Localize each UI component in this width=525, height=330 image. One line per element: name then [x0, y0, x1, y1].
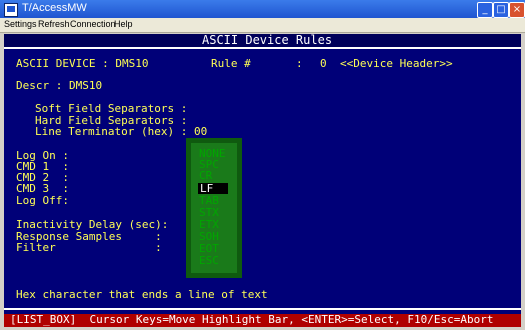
filter-field[interactable]: Filter : [16, 242, 162, 254]
status-bar: [LIST_BOX] Cursor Keys=Move Highlight Ba… [4, 314, 521, 327]
listbox-item-tab[interactable]: TAB [199, 195, 219, 206]
device-label: ASCII DEVICE : DMS10 [16, 57, 149, 70]
title-bar[interactable]: T/AccessMW _ □ × [0, 0, 525, 18]
menu-help[interactable]: Help [114, 19, 133, 29]
line-terminator[interactable]: Line Terminator (hex) : 00 [35, 126, 207, 138]
rule-number[interactable]: 0 [320, 58, 327, 70]
screen-title: ASCII Device Rules [202, 33, 333, 47]
rule-label: Rule # [211, 57, 251, 70]
menu-refresh[interactable]: Refresh [38, 19, 70, 29]
listbox-item-soh[interactable]: SOH [199, 231, 219, 242]
listbox-item-cr[interactable]: CR [199, 170, 212, 181]
app-window: T/AccessMW _ □ × Settings Refresh Connec… [0, 0, 525, 330]
menu-connection[interactable]: Connection [70, 19, 116, 29]
maximize-button[interactable]: □ [493, 2, 509, 18]
log-off-field[interactable]: Log Off: [16, 195, 69, 207]
rule-header: <<Device Header>> [340, 57, 453, 70]
descr-field[interactable]: Descr : DMS10 [16, 80, 102, 92]
help-text: Hex character that ends a line of text [16, 288, 268, 301]
status-text: [LIST_BOX] Cursor Keys=Move Highlight Ba… [10, 313, 494, 326]
listbox-item-lf[interactable]: LF [198, 183, 229, 194]
minimize-button[interactable]: _ [477, 2, 493, 18]
listbox-item-eot[interactable]: EOT [199, 243, 219, 254]
rule-separator: : [296, 57, 303, 70]
screen-header: ASCII Device Rules [4, 34, 521, 47]
header-divider [4, 47, 521, 49]
window-title: T/AccessMW [22, 2, 87, 14]
listbox-item-stx[interactable]: STX [199, 207, 219, 218]
listbox-item-esc[interactable]: ESC [199, 255, 219, 266]
footer-divider [4, 308, 521, 310]
close-button[interactable]: × [509, 2, 525, 18]
menu-bar: Settings Refresh Connection Help [0, 18, 525, 33]
listbox-item-etx[interactable]: ETX [199, 219, 219, 230]
menu-settings[interactable]: Settings [4, 19, 37, 29]
app-icon [4, 3, 18, 17]
terminal-screen[interactable]: ASCII Device Rules ASCII DEVICE : DMS10 … [4, 34, 521, 327]
listbox[interactable]: NONE SPC CR LF TAB STX ETX SOH EOT ESC [191, 143, 237, 273]
